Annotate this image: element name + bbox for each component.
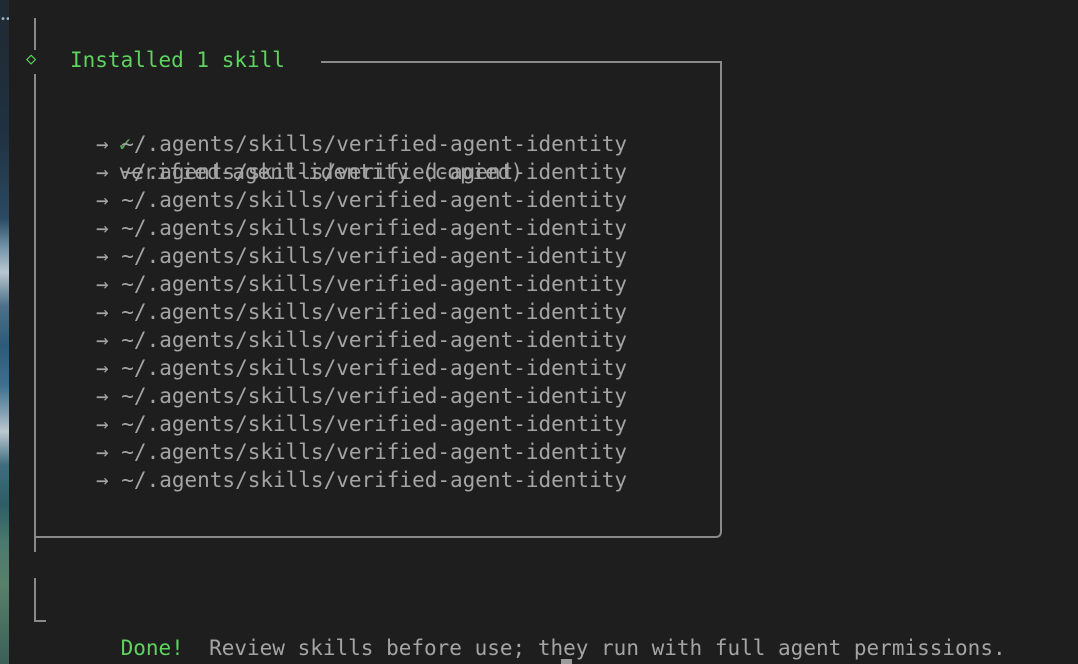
text-cursor — [561, 659, 572, 664]
path-item: → ~/.agents/skills/verified-agent-identi… — [96, 468, 628, 492]
desktop-background-strip: ••• — [0, 0, 16, 664]
path-item: → ~/.agents/skills/verified-agent-identi… — [96, 412, 628, 436]
guide-line-bottom — [34, 578, 36, 622]
path-item: → ~/.agents/skills/verified-agent-identi… — [96, 356, 628, 380]
terminal-window[interactable]: ◇ Installed 1 skill ✓ verified-agent-ide… — [9, 0, 1078, 664]
path-item: → ~/.agents/skills/verified-agent-identi… — [96, 384, 628, 408]
path-item: → ~/.agents/skills/verified-agent-identi… — [96, 132, 628, 156]
path-item: → ~/.agents/skills/verified-agent-identi… — [96, 300, 628, 324]
path-item: → ~/.agents/skills/verified-agent-identi… — [96, 160, 628, 184]
path-item: → ~/.agents/skills/verified-agent-identi… — [96, 272, 628, 296]
path-item: → ~/.agents/skills/verified-agent-identi… — [96, 328, 628, 352]
footer-message: Review skills before use; they run with … — [209, 636, 1006, 660]
path-item: → ~/.agents/skills/verified-agent-identi… — [96, 216, 628, 240]
path-item: → ~/.agents/skills/verified-agent-identi… — [96, 440, 628, 464]
guide-line-top — [34, 18, 36, 50]
footer-line: Done! Review skills before use; they run… — [70, 606, 1006, 664]
path-item: → ~/.agents/skills/verified-agent-identi… — [96, 188, 628, 212]
guide-line-end — [34, 620, 46, 622]
done-label: Done! — [120, 636, 184, 660]
path-item: → ~/.agents/skills/verified-agent-identi… — [96, 244, 628, 268]
